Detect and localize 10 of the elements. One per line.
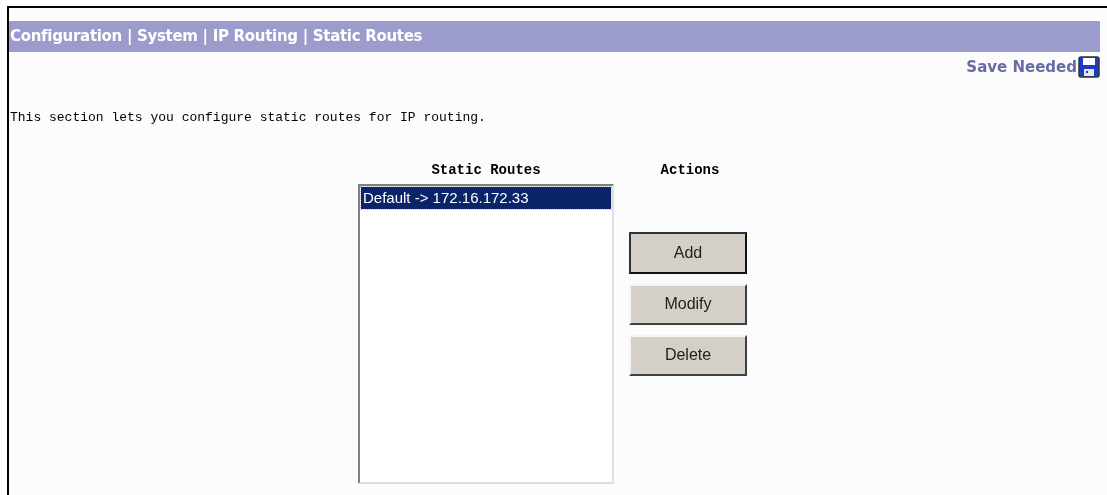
static-routes-heading: Static Routes xyxy=(431,160,541,180)
save-needed-link[interactable]: Save Needed xyxy=(966,55,1100,79)
static-routes-listbox[interactable]: Default -> 172.16.172.33 xyxy=(358,183,614,484)
breadcrumb-title: Configuration | System | IP Routing | Static Routes xyxy=(10,26,423,48)
route-list-item[interactable]: Default -> 172.16.172.33 xyxy=(361,186,611,209)
actions-heading: Actions xyxy=(660,160,720,180)
action-button[interactable]: Delete xyxy=(629,334,747,376)
description-text: This section lets you configure static routes for IP routing. xyxy=(10,109,487,127)
action-button[interactable]: Modify xyxy=(629,283,747,325)
action-button[interactable]: Add xyxy=(629,231,747,274)
